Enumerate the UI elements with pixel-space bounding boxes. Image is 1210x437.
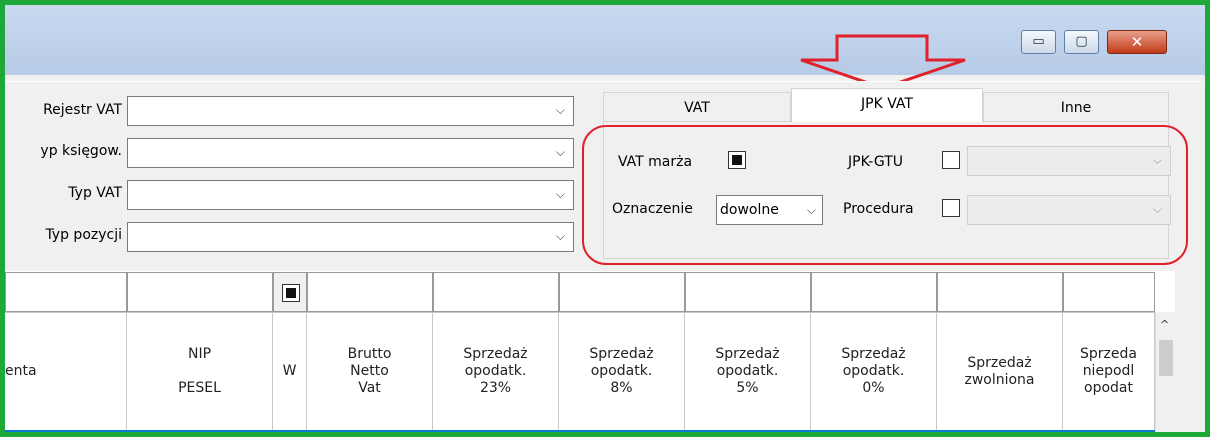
filter-cell[interactable] (685, 272, 811, 312)
scroll-up-icon[interactable]: ^ (1160, 318, 1169, 331)
column-header-text: 23% (479, 380, 512, 396)
chevron-down-icon: ⌵ (555, 229, 565, 243)
tab-vat[interactable]: VAT (603, 92, 791, 122)
filter-cell[interactable] (1063, 272, 1155, 312)
typ-ksiegow-label: yp księgow. (40, 143, 122, 159)
filter-cell[interactable] (937, 272, 1063, 312)
column-header[interactable]: Sprzedaż opodatk. 23% (433, 312, 559, 430)
typ-ksiegow-combo[interactable]: ⌵ (127, 138, 574, 168)
minimize-button[interactable]: ▭ (1021, 30, 1056, 54)
chevron-down-icon: ⌵ (555, 103, 565, 117)
selected-row[interactable] (5, 430, 1155, 432)
column-header-text: 8% (610, 380, 633, 396)
column-header-text: opodatk. (464, 363, 527, 379)
filter-cell[interactable] (811, 272, 937, 312)
tab-jpk-vat[interactable]: JPK VAT (791, 88, 983, 122)
typ-pozycji-label: Typ pozycji (45, 227, 122, 243)
column-header[interactable]: Sprzeda niepodl opodat (1063, 312, 1155, 430)
tab-inne[interactable]: Inne (983, 92, 1169, 122)
highlight-oval (582, 125, 1188, 265)
minimize-icon: ▭ (1032, 34, 1045, 49)
column-header[interactable]: enta (5, 312, 127, 430)
column-header[interactable]: W (273, 312, 307, 430)
maximize-icon: ▢ (1075, 34, 1088, 49)
filter-cell[interactable] (433, 272, 559, 312)
column-header-text: Sprzedaż (715, 346, 780, 362)
title-bar: ▭ ▢ ✕ (5, 5, 1205, 75)
column-header-text: Sprzeda (1080, 346, 1137, 362)
column-header-text: Sprzedaż (589, 346, 654, 362)
column-header-text: 0% (862, 380, 885, 396)
column-header[interactable]: Sprzedaż opodatk. 8% (559, 312, 685, 430)
close-button[interactable]: ✕ (1107, 30, 1167, 54)
filter-cell[interactable] (307, 272, 433, 312)
close-icon: ✕ (1130, 33, 1144, 51)
column-header[interactable]: Sprzedaż opodatk. 0% (811, 312, 937, 430)
column-header-text: enta (5, 363, 37, 379)
filter-cell[interactable] (559, 272, 685, 312)
column-header-text: Sprzedaż (841, 346, 906, 362)
column-header-text: opodatk. (716, 363, 779, 379)
column-header[interactable]: Brutto Netto Vat (307, 312, 433, 430)
column-header-text: 5% (736, 380, 759, 396)
column-header-text (178, 363, 221, 380)
column-header-text: PESEL (178, 380, 221, 396)
typ-vat-combo[interactable]: ⌵ (127, 180, 574, 210)
scroll-thumb[interactable] (1159, 340, 1173, 376)
column-header-text: NIP (187, 346, 212, 362)
w-filter-checkbox[interactable] (282, 284, 300, 302)
rejestr-vat-combo[interactable]: ⌵ (127, 96, 574, 126)
column-header-text: Netto (350, 363, 389, 379)
column-header-text: Sprzedaż (967, 354, 1032, 371)
column-header[interactable]: NIP PESEL (127, 312, 273, 430)
column-header-text: niepodl (1082, 363, 1135, 379)
column-header-text: Vat (358, 380, 381, 396)
column-header-text: Brutto (347, 346, 392, 362)
column-header[interactable]: Sprzedaż zwolniona (937, 312, 1063, 430)
column-header-text: zwolniona (964, 371, 1035, 388)
column-header-text: W (282, 363, 297, 379)
column-header-text: opodatk. (590, 363, 653, 379)
column-header-text: opodatk. (842, 363, 905, 379)
column-header[interactable]: Sprzedaż opodatk. 5% (685, 312, 811, 430)
chevron-down-icon: ⌵ (555, 187, 565, 201)
filter-cell[interactable] (5, 272, 127, 312)
screenshot-frame: ▭ ▢ ✕ Rejestr VAT ⌵ yp księgow. ⌵ Typ VA… (0, 0, 1210, 437)
typ-pozycji-combo[interactable]: ⌵ (127, 222, 574, 252)
column-header-text: opodat (1084, 380, 1133, 396)
rejestr-vat-label: Rejestr VAT (43, 102, 122, 118)
typ-vat-label: Typ VAT (68, 185, 122, 201)
column-header-text: Sprzedaż (463, 346, 528, 362)
chevron-down-icon: ⌵ (555, 145, 565, 159)
filter-cell[interactable] (127, 272, 273, 312)
vertical-scrollbar[interactable]: ^ (1155, 312, 1176, 432)
maximize-button[interactable]: ▢ (1064, 30, 1099, 54)
